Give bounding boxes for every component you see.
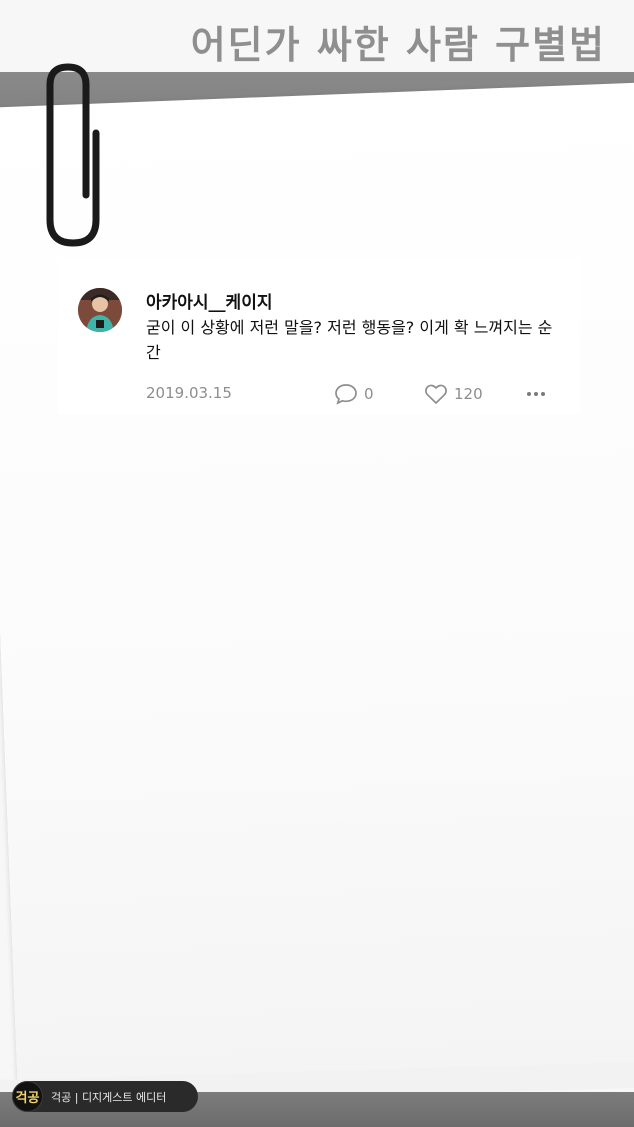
watermark-badge: 걱공 걱공 | 디지게스트 에디터 bbox=[12, 1081, 198, 1112]
paperclip-icon bbox=[46, 63, 100, 247]
speech-bubble-icon bbox=[335, 384, 357, 405]
comment-count: 0 bbox=[364, 385, 374, 403]
like-button[interactable]: 120 bbox=[424, 382, 483, 406]
more-options-button[interactable] bbox=[526, 382, 546, 406]
username[interactable]: 아카아시__케이지 bbox=[146, 288, 272, 313]
avatar[interactable] bbox=[78, 288, 122, 332]
watermark-text: 걱공 | 디지게스트 에디터 bbox=[51, 1090, 167, 1104]
post-date: 2019.03.15 bbox=[146, 384, 232, 402]
comment-button[interactable]: 0 bbox=[334, 382, 374, 406]
post-meta-row: 2019.03.15 0 120 bbox=[146, 382, 566, 406]
heart-icon bbox=[425, 384, 447, 404]
page-headline: 어딘가 싸한 사람 구별법 bbox=[190, 23, 606, 67]
post-text: 굳이 이 상황에 저런 말을? 저런 행동을? 이게 확 느껴지는 순간 bbox=[146, 318, 553, 362]
like-count: 120 bbox=[454, 385, 483, 403]
post-card[interactable]: 아카아시__케이지 굳이 이 상황에 저런 말을? 저런 행동을? 이게 확 느… bbox=[58, 258, 580, 414]
avatar-image bbox=[78, 288, 122, 332]
watermark-logo: 걱공 bbox=[12, 1081, 43, 1112]
more-dots-icon bbox=[527, 392, 545, 396]
